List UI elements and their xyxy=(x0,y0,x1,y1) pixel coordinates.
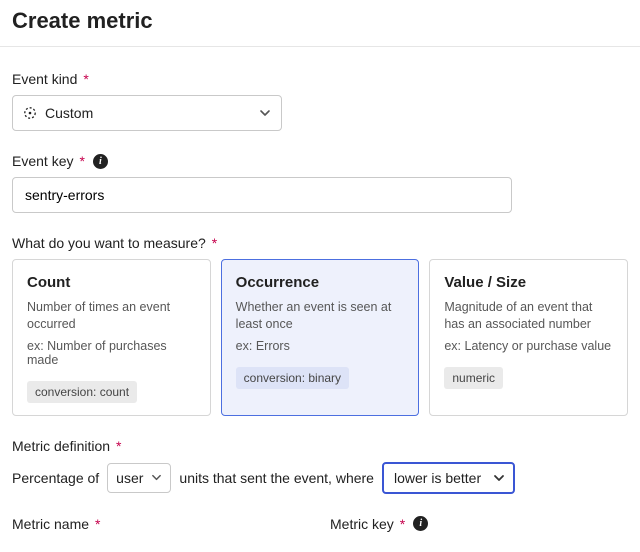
event-kind-value: Custom xyxy=(45,105,93,121)
event-kind-label-text: Event kind xyxy=(12,71,77,87)
measure-option-title: Count xyxy=(27,274,196,291)
info-icon[interactable]: i xyxy=(93,154,108,169)
event-key-input[interactable] xyxy=(12,177,512,213)
measure-option-occurrence[interactable]: Occurrence Whether an event is seen at l… xyxy=(221,259,420,416)
measure-option-title: Occurrence xyxy=(236,274,405,291)
metric-definition-row: Percentage of user units that sent the e… xyxy=(12,462,628,494)
chevron-down-icon xyxy=(151,472,162,483)
measure-option-count[interactable]: Count Number of times an event occurred … xyxy=(12,259,211,416)
required-marker: * xyxy=(83,71,88,87)
page-title: Create metric xyxy=(12,8,628,34)
chevron-down-icon xyxy=(259,107,271,119)
measure-option-title: Value / Size xyxy=(444,274,613,291)
unit-select[interactable]: user xyxy=(107,463,171,493)
measure-option-desc: Magnitude of an event that has an associ… xyxy=(444,299,613,333)
definition-mid: units that sent the event, where xyxy=(179,470,374,486)
required-marker: * xyxy=(79,153,84,169)
unit-value: user xyxy=(116,470,143,486)
criteria-select[interactable]: lower is better xyxy=(382,462,515,494)
measure-option-tag: numeric xyxy=(444,367,503,389)
custom-event-icon xyxy=(23,106,37,120)
metric-name-label: Metric name * xyxy=(12,516,310,532)
measure-label: What do you want to measure? * xyxy=(12,235,628,251)
chevron-down-icon xyxy=(493,472,505,484)
measure-option-example: ex: Number of purchases made xyxy=(27,339,196,367)
metric-key-label: Metric key * i xyxy=(330,516,628,532)
event-kind-select[interactable]: Custom xyxy=(12,95,282,131)
measure-option-desc: Number of times an event occurred xyxy=(27,299,196,333)
event-kind-label: Event kind * xyxy=(12,71,628,87)
required-marker: * xyxy=(400,516,405,532)
measure-option-value[interactable]: Value / Size Magnitude of an event that … xyxy=(429,259,628,416)
metric-definition-label: Metric definition * xyxy=(12,438,628,454)
info-icon[interactable]: i xyxy=(413,516,428,531)
required-marker: * xyxy=(95,516,100,532)
measure-option-tag: conversion: count xyxy=(27,381,137,403)
measure-option-tag: conversion: binary xyxy=(236,367,349,389)
divider xyxy=(0,46,640,47)
metric-name-label-text: Metric name xyxy=(12,516,89,532)
event-key-label-text: Event key xyxy=(12,153,73,169)
required-marker: * xyxy=(212,235,217,251)
definition-prefix: Percentage of xyxy=(12,470,99,486)
required-marker: * xyxy=(116,438,121,454)
measure-label-text: What do you want to measure? xyxy=(12,235,206,251)
measure-option-example: ex: Errors xyxy=(236,339,405,353)
measure-option-example: ex: Latency or purchase value xyxy=(444,339,613,353)
event-key-label: Event key * i xyxy=(12,153,628,169)
metric-definition-label-text: Metric definition xyxy=(12,438,110,454)
metric-key-label-text: Metric key xyxy=(330,516,394,532)
measure-options: Count Number of times an event occurred … xyxy=(12,259,628,416)
criteria-value: lower is better xyxy=(394,470,481,486)
measure-option-desc: Whether an event is seen at least once xyxy=(236,299,405,333)
